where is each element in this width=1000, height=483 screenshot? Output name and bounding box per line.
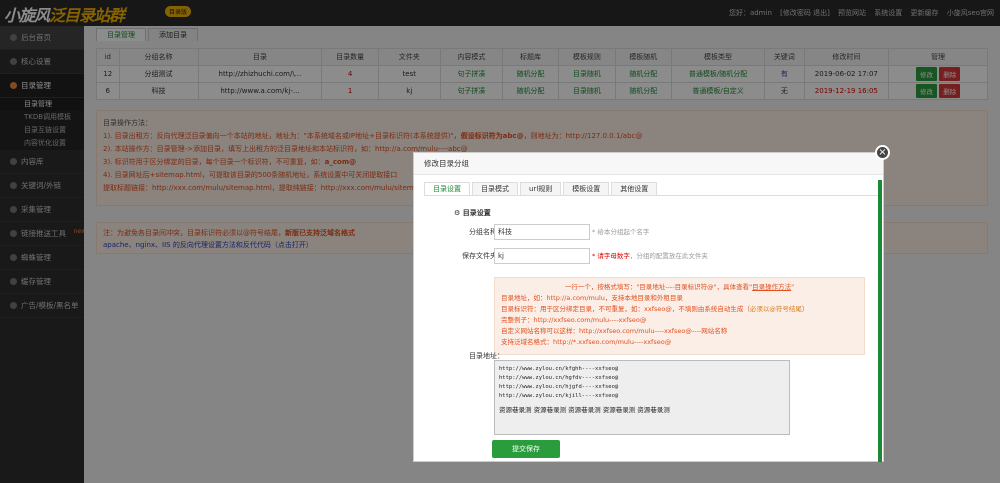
folder-hint: * 请字母数字，分组的配置放在此文件夹 xyxy=(592,252,708,260)
edit-group-modal: 修改目录分组 目录设置 目录模式 url规则 模板设置 其他设置 ⚙ 目录设置 分组名称… xyxy=(413,152,884,462)
directory-address-textarea[interactable]: http://www.zylou.cn/kfghh----xxfseo@ htt… xyxy=(494,360,790,435)
folder-row: 保存文件夹： kj * 请字母数字，分组的配置放在此文件夹 xyxy=(414,248,874,266)
operation-method-link[interactable]: 目录操作方法 xyxy=(752,283,791,291)
modal-title: 修改目录分组 xyxy=(414,153,883,175)
directory-format-tip: 一行一个，按格式填写："目录地址----目录标识符@"，具体查看"目录操作方法"… xyxy=(494,277,865,355)
group-name-hint: * 给本分组起个名字 xyxy=(592,228,650,236)
folder-input[interactable]: kj xyxy=(494,248,590,264)
tip-head: 一行一个，按格式填写："目录地址----目录标识符@"，具体查看"目录操作方法" xyxy=(564,283,795,291)
modal-tabs: 目录设置 目录模式 url规则 模板设置 其他设置 xyxy=(424,182,882,196)
tip-line: 目录地址，如：http://a.com/mulu，支持本地目录和外租目录 xyxy=(501,294,683,302)
submit-save-button[interactable]: 提交保存 xyxy=(492,440,560,458)
tab-directory-mode[interactable]: 目录模式 xyxy=(472,182,518,195)
section-heading: ⚙ 目录设置 xyxy=(454,209,491,217)
close-icon[interactable]: × xyxy=(875,145,890,160)
tab-other-settings[interactable]: 其他设置 xyxy=(611,182,658,195)
tip-line: 自定义网站名称可以这样：http://xxfseo.com/mulu----xx… xyxy=(501,327,728,335)
tab-url-rules[interactable]: url规则 xyxy=(520,182,562,195)
gear-icon: ⚙ xyxy=(454,209,461,217)
tip-line: 目录标识符：用于区分绑定目录，不可重复，如：xxfseo@，不填则由系统自动生成… xyxy=(501,305,809,313)
group-name-row: 分组名称： 科技 * 给本分组起个名字 xyxy=(414,224,874,242)
tip-line: 完整例子：http://xxfseo.com/mulu----xxfseo@ xyxy=(501,316,647,324)
tab-template-settings[interactable]: 模板设置 xyxy=(563,182,610,195)
modal-scrollbar[interactable] xyxy=(878,180,882,462)
group-name-input[interactable]: 科技 xyxy=(494,224,590,240)
tip-line: 支持泛域名格式：http://*.xxfseo.com/mulu----xxfs… xyxy=(501,338,672,346)
tab-directory-settings[interactable]: 目录设置 xyxy=(424,182,470,195)
